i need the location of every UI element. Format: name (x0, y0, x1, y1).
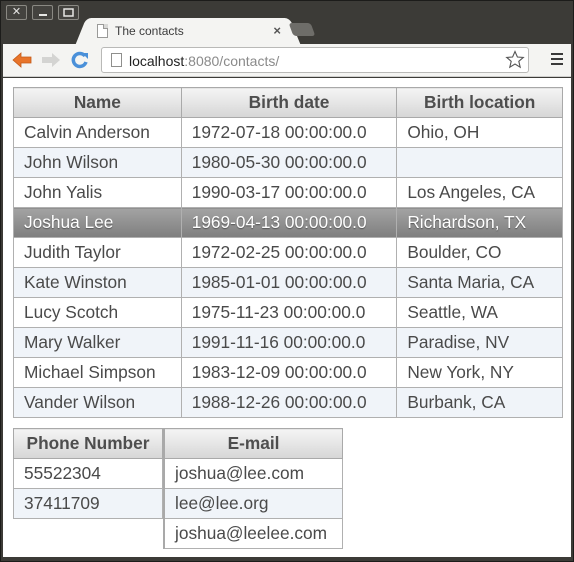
email-row[interactable]: lee@lee.org (163, 488, 343, 519)
phone-numbers-table: Phone Number 55522304 37411709 (13, 428, 163, 519)
back-button[interactable] (11, 50, 33, 70)
contact-row[interactable]: John Wilson 1980-05-30 00:00:00.0 (13, 147, 563, 178)
contact-name-cell: Vander Wilson (13, 387, 182, 418)
contact-name-cell: Lucy Scotch (13, 297, 182, 328)
birth-location-cell: Ohio, OH (396, 117, 563, 148)
contact-name-cell: Judith Taylor (13, 237, 182, 268)
contact-name-cell: Joshua Lee (13, 207, 182, 238)
page-icon (97, 24, 108, 38)
forward-button[interactable] (40, 50, 62, 70)
birth-date-cell: 1990-03-17 00:00:00.0 (180, 177, 398, 208)
window-close-button[interactable]: ✕ (6, 5, 27, 20)
email-cell: joshua@leelee.com (163, 518, 343, 549)
menu-bar (551, 63, 563, 65)
emails-header-row: E-mail (163, 428, 343, 459)
emails-body: joshua@lee.com lee@lee.org joshua@leelee.c… (163, 458, 343, 549)
birth-date-cell: 1988-12-26 00:00:00.0 (180, 387, 398, 418)
birth-location-cell: Boulder, CO (396, 237, 563, 268)
phone-number-cell: 55522304 (13, 458, 163, 489)
column-header-phone-number[interactable]: Phone Number (13, 428, 163, 459)
window-controls: ✕ (6, 5, 79, 20)
column-header-email[interactable]: E-mail (163, 428, 343, 459)
birth-location-cell: Paradise, NV (396, 327, 563, 358)
phones-header-row: Phone Number (13, 428, 163, 459)
contact-row[interactable]: Kate Winston 1985-01-01 00:00:00.0 Santa M… (13, 267, 563, 298)
birth-date-cell: 1972-02-25 00:00:00.0 (180, 237, 398, 268)
column-header-birth-location[interactable]: Birth location (396, 87, 563, 118)
email-row[interactable]: joshua@leelee.com (163, 518, 343, 549)
url-text: localhost:8080/contacts/ (129, 53, 279, 69)
birth-date-cell: 1985-01-01 00:00:00.0 (180, 267, 398, 298)
browser-toolbar: localhost:8080/contacts/ (3, 44, 571, 77)
contact-row[interactable]: Calvin Anderson 1972-07-18 00:00:00.0 Ohio… (13, 117, 563, 148)
birth-date-cell: 1991-11-16 00:00:00.0 (180, 327, 398, 358)
phone-number-cell: 37411709 (13, 488, 163, 519)
phones-body: 55522304 37411709 (13, 458, 163, 519)
window-maximize-button[interactable] (58, 5, 79, 20)
tab-the-contacts[interactable]: The contacts × (89, 18, 287, 44)
email-cell: joshua@lee.com (163, 458, 343, 489)
birth-date-cell: 1969-04-13 00:00:00.0 (180, 207, 398, 238)
contact-name-cell: Calvin Anderson (13, 117, 182, 148)
contact-name-cell: John Wilson (13, 147, 182, 178)
birth-location-cell: Richardson, TX (396, 207, 563, 238)
url-host: localhost (129, 53, 185, 69)
contact-name-cell: John Yalis (13, 177, 182, 208)
address-bar[interactable]: localhost:8080/contacts/ (101, 47, 529, 73)
contact-name-cell: Mary Walker (13, 327, 182, 358)
contacts-table: Name Birth date Birth location Calvin An… (13, 87, 563, 418)
contact-row[interactable]: Lucy Scotch 1975-11-23 00:00:00.0 Seattle,… (13, 297, 563, 328)
minimize-icon (38, 13, 47, 16)
forward-arrow-icon (42, 53, 60, 67)
contact-name-cell: Kate Winston (13, 267, 182, 298)
column-header-name[interactable]: Name (13, 87, 182, 118)
birth-date-cell: 1975-11-23 00:00:00.0 (180, 297, 398, 328)
birth-location-cell: Los Angeles, CA (396, 177, 563, 208)
menu-bar (551, 58, 563, 60)
contact-row[interactable]: John Yalis 1990-03-17 00:00:00.0 Los Angel… (13, 177, 563, 208)
reload-button[interactable] (69, 50, 91, 70)
birth-location-cell: Santa Maria, CA (396, 267, 563, 298)
phone-row[interactable]: 37411709 (13, 488, 163, 519)
birth-date-cell: 1983-12-09 00:00:00.0 (180, 357, 398, 388)
email-row[interactable]: joshua@lee.com (163, 458, 343, 489)
maximize-icon (63, 7, 74, 17)
close-icon: ✕ (11, 6, 22, 18)
contact-row[interactable]: Mary Walker 1991-11-16 00:00:00.0 Paradise… (13, 327, 563, 358)
birth-location-cell: Seattle, WA (396, 297, 563, 328)
birth-date-cell: 1980-05-30 00:00:00.0 (180, 147, 398, 178)
phone-row[interactable]: 55522304 (13, 458, 163, 489)
window-minimize-button[interactable] (32, 5, 53, 20)
birth-location-cell: Burbank, CA (396, 387, 563, 418)
tab-close-icon[interactable]: × (273, 23, 281, 38)
contact-row[interactable]: Judith Taylor 1972-02-25 00:00:00.0 Boulde… (13, 237, 563, 268)
bookmark-star-icon[interactable] (505, 50, 525, 70)
contact-row[interactable]: Joshua Lee 1969-04-13 00:00:00.0 Richardso… (13, 207, 563, 238)
url-path: :8080/contacts/ (184, 53, 280, 69)
contact-row[interactable]: Vander Wilson 1988-12-26 00:00:00.0 Burban… (13, 387, 563, 418)
email-cell: lee@lee.org (163, 488, 343, 519)
new-tab-button[interactable] (288, 23, 316, 36)
page-content: Name Birth date Birth location Calvin An… (3, 78, 571, 557)
contact-name-cell: Michael Simpson (13, 357, 182, 388)
page-icon (111, 53, 122, 67)
contacts-header-row: Name Birth date Birth location (13, 87, 563, 118)
emails-table: E-mail joshua@lee.com lee@lee.org joshua@l… (163, 428, 343, 549)
birth-date-cell: 1972-07-18 00:00:00.0 (180, 117, 398, 148)
back-arrow-icon (12, 52, 32, 68)
reload-icon (71, 51, 88, 69)
browser-menu-button[interactable] (549, 51, 565, 69)
tab-title: The contacts (115, 24, 184, 38)
birth-location-cell (396, 147, 563, 178)
column-header-birth-date[interactable]: Birth date (180, 87, 398, 118)
contact-row[interactable]: Michael Simpson 1983-12-09 00:00:00.0 New … (13, 357, 563, 388)
birth-location-cell: New York, NY (396, 357, 563, 388)
menu-bar (551, 53, 563, 55)
contacts-body: Calvin Anderson 1972-07-18 00:00:00.0 Ohio… (13, 117, 563, 418)
browser-window: ✕ The contacts × localhost:8080/contacts… (0, 0, 574, 562)
